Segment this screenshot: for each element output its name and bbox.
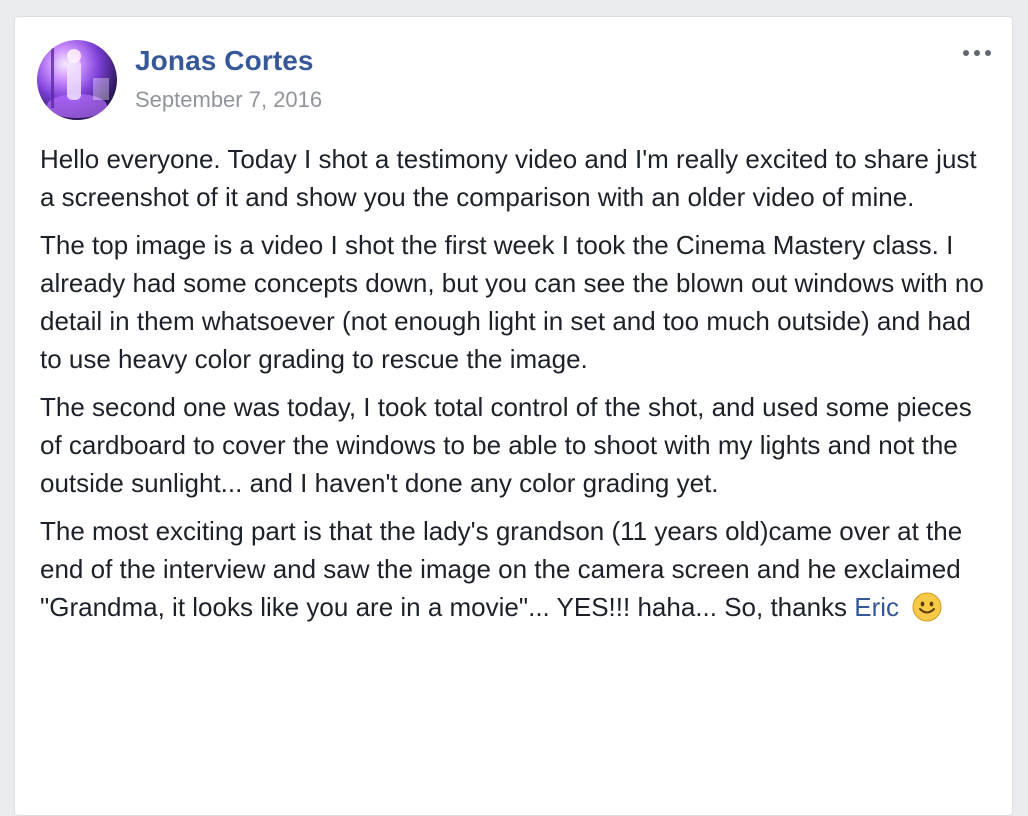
post-body: Hello everyone. Today I shot a testimony… — [40, 140, 995, 642]
post-paragraph-1: Hello everyone. Today I shot a testimony… — [40, 144, 977, 212]
post-date[interactable]: September 7, 2016 — [135, 87, 322, 113]
mention-link[interactable]: Eric — [854, 592, 899, 622]
more-icon — [963, 50, 991, 56]
post-paragraph-4: The most exciting part is that the lady'… — [40, 512, 995, 632]
post-paragraph-2: The top image is a video I shot the firs… — [40, 230, 984, 374]
avatar-image — [47, 48, 109, 118]
more-options-button[interactable] — [960, 41, 994, 65]
smiley-emoji-icon — [912, 592, 942, 632]
author-name[interactable]: Jonas Cortes — [135, 45, 314, 77]
post-paragraph-3: The second one was today, I took total c… — [40, 392, 972, 498]
post-paragraph-4-text: The most exciting part is that the lady'… — [40, 516, 963, 622]
avatar[interactable] — [37, 40, 117, 120]
post-card: Jonas Cortes September 7, 2016 Hello eve… — [14, 16, 1013, 816]
